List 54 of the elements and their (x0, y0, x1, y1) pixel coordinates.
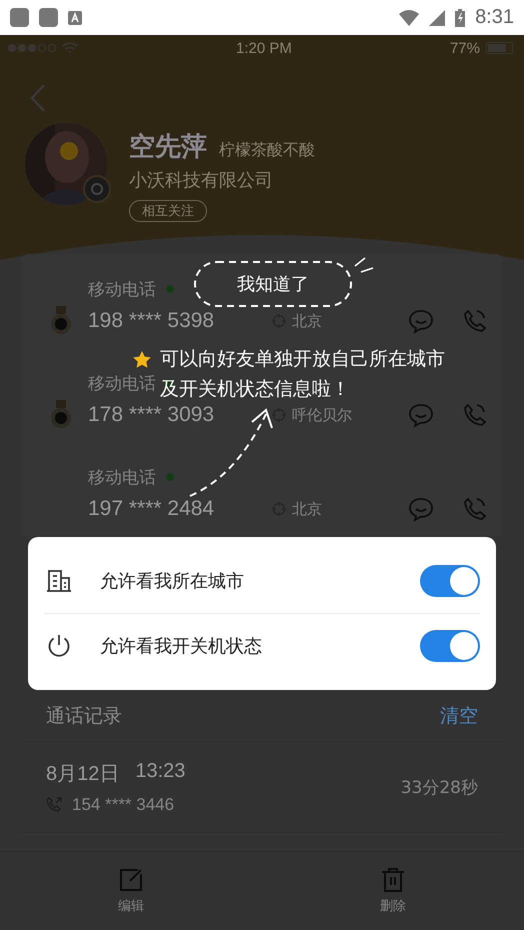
company-name: 小沃科技有限公司 (129, 169, 274, 192)
phone-number: 197 **** 2484 (88, 497, 216, 521)
star-icon (132, 350, 152, 370)
signal-icon (429, 10, 446, 26)
back-icon[interactable] (30, 83, 46, 113)
phone-icon[interactable] (462, 402, 488, 428)
signal-dots-icon (8, 44, 56, 52)
message-icon[interactable] (408, 402, 434, 428)
location-text: 北京 (292, 312, 322, 330)
badge-icon (83, 175, 111, 203)
trash-icon (380, 867, 406, 893)
call-date: 8月12日 (46, 762, 120, 786)
message-icon[interactable] (408, 496, 434, 522)
setting-label: 允许看我所在城市 (100, 570, 245, 593)
notification-icon (10, 8, 29, 27)
setting-label: 允许看我开关机状态 (100, 635, 263, 658)
wifi-icon (62, 42, 78, 54)
power-icon (46, 633, 72, 659)
location-text: 呼伦贝尔 (292, 406, 352, 424)
phone-label: 移动电话 (88, 278, 156, 300)
keyboard-icon (68, 10, 82, 24)
follow-badge: 相互关注 (129, 200, 207, 222)
toolbar-button[interactable]: 编辑 (0, 852, 262, 930)
wifi-icon (399, 10, 420, 26)
phone-number: 178 **** 3093 (88, 403, 216, 427)
battery-icon (486, 42, 516, 54)
phone-icon[interactable] (462, 308, 488, 334)
phone-label: 移动电话 (88, 372, 156, 394)
location-icon (272, 408, 286, 422)
status-time: 1:20 PM (236, 40, 292, 56)
call-time: 13:23 (135, 760, 186, 784)
location-text: 北京 (292, 500, 322, 518)
toggle-switch[interactable] (420, 630, 480, 662)
phone-number: 198 **** 5398 (88, 309, 216, 333)
call-number: 154 **** 3446 (72, 794, 174, 814)
dismiss-button[interactable]: 我知道了 (193, 260, 353, 308)
building-icon (46, 568, 72, 594)
clear-button[interactable]: 清空 (440, 703, 478, 729)
section-title: 通话记录 (46, 704, 122, 729)
phone-icon[interactable] (462, 496, 488, 522)
clock-time: 8:31 (475, 6, 514, 29)
toggle-switch[interactable] (420, 565, 480, 597)
call-duration: 33分28秒 (400, 776, 478, 798)
battery-percent: 77% (450, 40, 480, 56)
message-icon[interactable] (408, 308, 434, 334)
battery-icon (455, 8, 466, 26)
edit-icon (118, 867, 144, 893)
phone-label: 移动电话 (88, 466, 156, 488)
signature: 柠檬茶酸不酸 (219, 140, 315, 161)
toolbar-button[interactable]: 删除 (262, 852, 524, 930)
notification-icon (39, 8, 58, 27)
spark-icon (353, 256, 375, 274)
guide-message: 可以向好友单独开放自己所在城市及开关机状态信息啦！ (160, 347, 446, 402)
contact-name: 空先萍 (129, 131, 207, 164)
